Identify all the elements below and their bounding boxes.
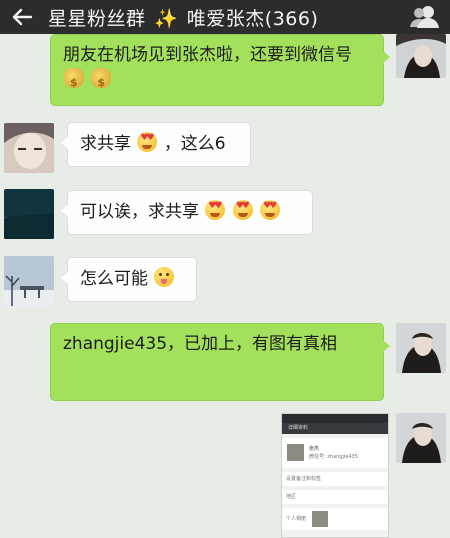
group-members-icon[interactable] [408, 2, 442, 32]
message-text: zhangjie435，已加上，有图有真相 [63, 334, 338, 354]
image-album-label: 个人相册 [286, 516, 307, 522]
group-title-suffix: 唯爱张杰(366) [186, 7, 319, 30]
image-remark-row: 设置备注和标签 [282, 472, 388, 486]
image-profile-card: 张杰 微信号: zhangjie435 [282, 438, 388, 468]
message-bubble-incoming[interactable]: 可以诶，求共享 [61, 190, 313, 235]
avatar-self[interactable] [396, 413, 446, 463]
message-text: 怎么可能 [80, 269, 148, 289]
avatar-member[interactable] [4, 256, 54, 306]
heart-eyes-emoji [232, 200, 253, 220]
avatar-member[interactable] [4, 123, 54, 173]
money-bag-emoji [64, 68, 84, 95]
message-bubble-incoming[interactable]: 怎么可能 [61, 257, 197, 302]
avatar-member[interactable] [4, 189, 54, 239]
message-bubble-outgoing[interactable]: zhangjie435，已加上，有图有真相 [50, 323, 390, 401]
image-album-thumb [312, 511, 328, 527]
avatar-self[interactable] [396, 323, 446, 373]
chat-header: 星星粉丝群 ✨ 唯爱张杰(366) [0, 0, 450, 34]
heart-eyes-emoji [260, 200, 281, 220]
group-title-prefix: 星星粉丝群 [48, 7, 146, 30]
image-album-row: 个人相册 [282, 508, 388, 530]
message-bubble-outgoing[interactable]: 朋友在机场见到张杰啦，还要到微信号 [50, 34, 390, 106]
message-text-tail: ，这么6 [163, 134, 226, 154]
image-profile-avatar [287, 444, 304, 461]
image-profile-name: 张杰 [309, 446, 320, 452]
tongue-face-emoji [154, 267, 175, 287]
message-text: 可以诶，求共享 [80, 202, 199, 222]
message-bubble-incoming[interactable]: 求共享 ，这么6 [61, 122, 251, 167]
heart-eyes-emoji [137, 132, 158, 152]
back-arrow-icon[interactable] [0, 0, 44, 34]
sparkles-icon: ✨ [154, 7, 179, 30]
money-bag-emoji [91, 68, 112, 95]
image-region-row: 地区 [282, 490, 388, 504]
avatar-self[interactable] [396, 34, 446, 78]
message-text: 朋友在机场见到张杰啦，还要到微信号 [63, 45, 352, 65]
message-image[interactable]: 详细资料 张杰 微信号: zhangjie435 设置备注和标签 地区 个人相册 [281, 413, 389, 538]
image-header: 详细资料 [282, 423, 388, 434]
heart-eyes-emoji [205, 200, 226, 220]
image-profile-id: 微信号: zhangjie435 [309, 454, 358, 460]
image-status-bar [282, 414, 388, 423]
group-title: 星星粉丝群 ✨ 唯爱张杰(366) [48, 4, 318, 31]
message-text: 求共享 [80, 134, 131, 154]
